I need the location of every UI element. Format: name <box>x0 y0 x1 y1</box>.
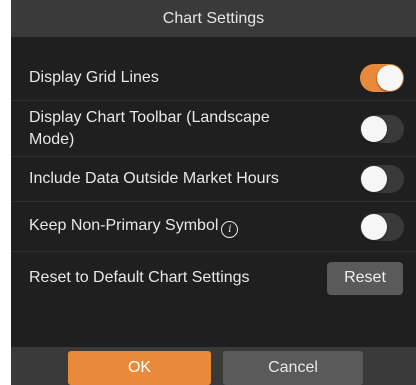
ok-button[interactable]: OK <box>68 351 211 385</box>
chart-toolbar-toggle[interactable] <box>360 114 404 143</box>
setting-row-display-chart-toolbar[interactable]: Display Chart Toolbar (Landscape Mode) <box>11 101 416 157</box>
grid-lines-toggle[interactable] <box>360 63 404 92</box>
reset-label: Reset to Default Chart Settings <box>29 269 250 286</box>
setting-label: Include Data Outside Market Hours <box>29 170 279 187</box>
setting-label-wrap: Keep Non-Primary Symbol i <box>29 215 239 238</box>
reset-button[interactable]: Reset <box>327 261 403 295</box>
outside-market-hours-toggle[interactable] <box>360 165 404 193</box>
setting-label: Keep Non-Primary Symbol <box>29 217 219 234</box>
non-primary-symbol-toggle[interactable] <box>360 212 404 241</box>
toggle-knob <box>361 166 387 192</box>
setting-row-include-data-outside-market-hours[interactable]: Include Data Outside Market Hours <box>11 157 416 202</box>
setting-row-reset: Reset to Default Chart Settings Reset <box>11 252 416 304</box>
setting-row-display-grid-lines[interactable]: Display Grid Lines <box>11 55 416 101</box>
dialog-footer: OK Cancel <box>11 347 416 385</box>
setting-label: Display Chart Toolbar (Landscape Mode) <box>29 108 270 148</box>
chart-settings-dialog: Chart Settings Display Grid Lines Displa… <box>11 0 416 385</box>
toggle-knob <box>361 115 387 142</box>
toggle-knob <box>377 64 403 91</box>
info-icon[interactable]: i <box>221 221 239 238</box>
setting-row-keep-non-primary-symbol[interactable]: Keep Non-Primary Symbol i <box>11 202 416 252</box>
cancel-button[interactable]: Cancel <box>223 351 363 385</box>
toggle-knob <box>361 213 387 240</box>
dialog-title: Chart Settings <box>11 0 416 37</box>
setting-label: Display Grid Lines <box>29 68 159 86</box>
